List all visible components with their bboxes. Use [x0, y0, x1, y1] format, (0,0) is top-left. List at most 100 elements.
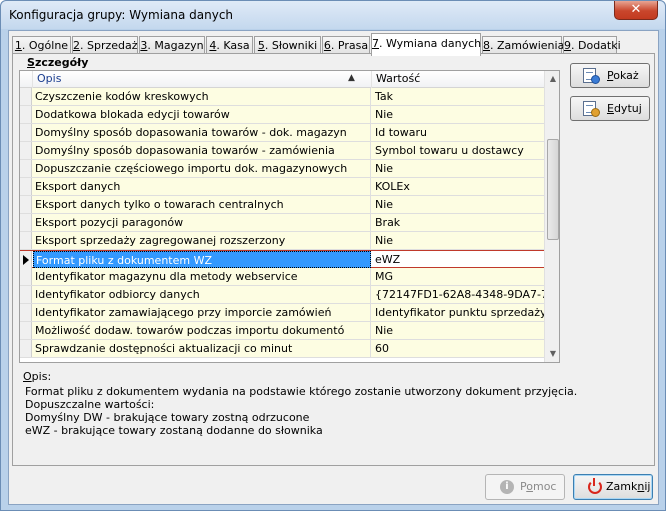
- table-row[interactable]: Domyślny sposób dopasowania towarów - do…: [20, 124, 544, 142]
- cell-opis[interactable]: Dodatkowa blokada edycji towarów: [33, 106, 371, 123]
- cell-wartosc[interactable]: Symbol towaru u dostawcy: [372, 142, 544, 159]
- cell-wartosc[interactable]: Nie: [372, 322, 544, 339]
- row-indicator[interactable]: [20, 88, 32, 105]
- row-indicator[interactable]: [20, 251, 32, 268]
- tab-label: . Wymiana danych: [379, 37, 482, 50]
- scroll-down-icon[interactable]: ▼: [545, 346, 559, 362]
- row-indicator[interactable]: [20, 124, 32, 141]
- magnifier-icon: [591, 75, 600, 84]
- row-indicator[interactable]: [20, 232, 32, 249]
- table-row[interactable]: Eksport danych KOLEx: [20, 178, 544, 196]
- tab-accel: 2: [73, 39, 80, 52]
- cell-opis[interactable]: Eksport pozycji paragonów: [33, 214, 371, 231]
- tab-label: . Magazyn: [147, 39, 204, 52]
- cell-wartosc[interactable]: 60: [372, 340, 544, 357]
- tab-label: . Sprzedaż: [80, 39, 138, 52]
- details-group-label: Szczegóły: [25, 56, 91, 69]
- cell-wartosc[interactable]: Brak: [372, 214, 544, 231]
- title-bar[interactable]: Konfiguracja grupy: Wymiana danych ✕: [1, 1, 665, 29]
- table-row[interactable]: Czyszczenie kodów kreskowych Tak: [20, 88, 544, 106]
- details-grid: Opis ▲ Wartość Czyszczenie kodów kreskow…: [19, 70, 560, 363]
- cell-opis[interactable]: Identyfikator zamawiającego przy imporci…: [33, 304, 371, 321]
- row-indicator[interactable]: [20, 196, 32, 213]
- zamknij-label: Zamknij: [606, 475, 650, 499]
- column-header-wartosc[interactable]: Wartość: [372, 71, 544, 88]
- grid-header: Opis ▲ Wartość: [20, 71, 544, 88]
- cell-opis[interactable]: Możliwość dodaw. towarów podczas importu…: [33, 322, 371, 339]
- tab-label: . Zamówienia: [490, 39, 565, 52]
- table-row[interactable]: Możliwość dodaw. towarów podczas importu…: [20, 322, 544, 340]
- table-row[interactable]: Identyfikator zamawiającego przy imporci…: [20, 304, 544, 322]
- row-indicator[interactable]: [20, 286, 32, 303]
- table-row[interactable]: Eksport danych tylko o towarach centraln…: [20, 196, 544, 214]
- pomoc-label: Pomoc: [520, 475, 556, 499]
- description-text: Format pliku z dokumentem wydania na pod…: [23, 384, 577, 460]
- cell-opis[interactable]: Sprawdzanie dostępności aktualizacji co …: [33, 340, 371, 357]
- cell-opis[interactable]: Identyfikator odbiorcy danych: [33, 286, 371, 303]
- cell-wartosc[interactable]: {72147FD1-62A8-4348-9DA7-79B...: [372, 286, 544, 303]
- description-line: Domyślny DW - brakujące towary zostną od…: [25, 411, 310, 424]
- help-icon: i: [500, 480, 514, 494]
- accel: E: [607, 102, 614, 115]
- row-indicator[interactable]: [20, 106, 32, 123]
- cell-opis[interactable]: Format pliku z dokumentem WZ: [33, 251, 371, 268]
- label-text: dytuj: [613, 102, 642, 115]
- table-row[interactable]: Dodatkowa blokada edycji towarów Nie: [20, 106, 544, 124]
- column-header-opis[interactable]: Opis: [33, 71, 372, 88]
- tab-wymiana-danych[interactable]: 7. Wymiana danych: [371, 33, 481, 56]
- cell-opis[interactable]: Domyślny sposób dopasowania towarów - do…: [33, 124, 371, 141]
- row-indicator[interactable]: [20, 322, 32, 339]
- pokaz-button[interactable]: Pokaż: [570, 63, 650, 88]
- zamknij-button[interactable]: Zamknij: [573, 474, 653, 500]
- cell-opis[interactable]: Czyszczenie kodów kreskowych: [33, 88, 371, 105]
- cell-opis[interactable]: Eksport danych tylko o towarach centraln…: [33, 196, 371, 213]
- table-row[interactable]: Eksport sprzedaży zagregowanej rozszerzo…: [20, 232, 544, 250]
- cell-opis[interactable]: Dopuszczanie częściowego importu dok. ma…: [33, 160, 371, 177]
- vertical-scrollbar[interactable]: ▲ ▼: [544, 71, 559, 362]
- row-indicator[interactable]: [20, 340, 32, 357]
- accel: o: [526, 480, 533, 493]
- cell-wartosc[interactable]: Identyfikator punktu sprzedaży: [372, 304, 544, 321]
- cell-wartosc[interactable]: Id towaru: [372, 124, 544, 141]
- cell-opis[interactable]: Identyfikator magazynu dla metody webser…: [33, 268, 371, 285]
- table-row[interactable]: Sprawdzanie dostępności aktualizacji co …: [20, 340, 544, 358]
- row-indicator[interactable]: [20, 142, 32, 159]
- table-row[interactable]: Format pliku z dokumentem WZ eWZ: [20, 250, 544, 268]
- cell-wartosc[interactable]: MG: [372, 268, 544, 285]
- edytuj-label: Edytuj: [607, 97, 642, 120]
- row-indicator[interactable]: [20, 178, 32, 195]
- cell-opis[interactable]: Eksport sprzedaży zagregowanej rozszerzo…: [33, 232, 371, 249]
- window-close-button[interactable]: ✕: [614, 1, 658, 20]
- cell-opis[interactable]: Eksport danych: [33, 178, 371, 195]
- tab-accel: 5: [257, 39, 265, 52]
- cell-wartosc[interactable]: Tak: [372, 88, 544, 105]
- sort-ascending-icon: ▲: [348, 73, 355, 83]
- row-indicator[interactable]: [20, 304, 32, 321]
- tab-accel: 7: [372, 37, 379, 50]
- cell-wartosc[interactable]: Nie: [372, 160, 544, 177]
- cell-wartosc[interactable]: eWZ: [372, 251, 544, 268]
- window-title: Konfiguracja grupy: Wymiana danych: [9, 8, 234, 22]
- edytuj-button[interactable]: Edytuj: [570, 96, 650, 121]
- description-line: Dopuszczalne wartości:: [25, 398, 155, 411]
- cell-opis[interactable]: Domyślny sposób dopasowania towarów - za…: [33, 142, 371, 159]
- table-row[interactable]: Domyślny sposób dopasowania towarów - za…: [20, 142, 544, 160]
- scroll-thumb[interactable]: [547, 139, 559, 241]
- table-row[interactable]: Eksport pozycji paragonów Brak: [20, 214, 544, 232]
- cell-wartosc[interactable]: Nie: [372, 196, 544, 213]
- scroll-up-icon[interactable]: ▲: [545, 71, 559, 87]
- row-indicator[interactable]: [20, 160, 32, 177]
- tab-accel: 8: [483, 39, 490, 52]
- pomoc-button[interactable]: i Pomoc: [485, 474, 565, 500]
- pencil-icon: [591, 108, 600, 117]
- cell-wartosc[interactable]: KOLEx: [372, 178, 544, 195]
- table-row[interactable]: Identyfikator magazynu dla metody webser…: [20, 268, 544, 286]
- table-row[interactable]: Dopuszczanie częściowego importu dok. ma…: [20, 160, 544, 178]
- description-line: eWZ - brakujące towary zostaną dodanne d…: [25, 424, 323, 437]
- table-row[interactable]: Identyfikator odbiorcy danych {72147FD1-6…: [20, 286, 544, 304]
- row-indicator[interactable]: [20, 268, 32, 285]
- row-indicator[interactable]: [20, 214, 32, 231]
- label-text: ij: [644, 480, 651, 493]
- cell-wartosc[interactable]: Nie: [372, 106, 544, 123]
- cell-wartosc[interactable]: Nie: [372, 232, 544, 249]
